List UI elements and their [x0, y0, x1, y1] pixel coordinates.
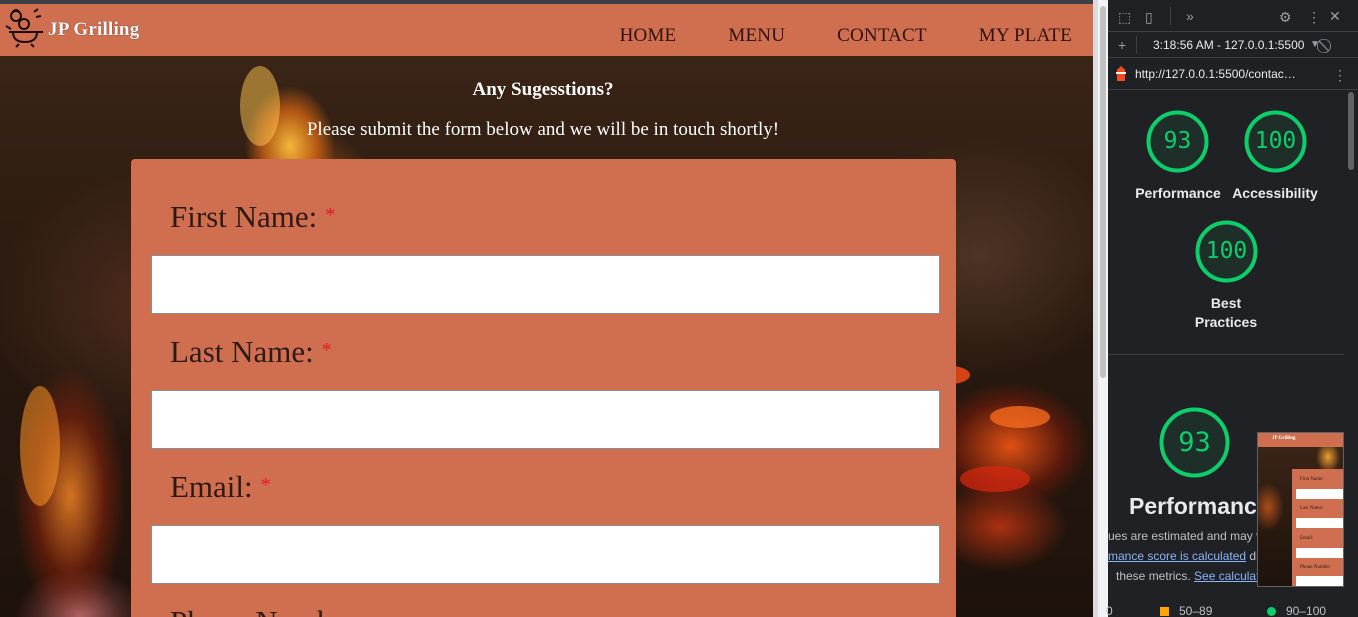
thumb-navbar: JP Grilling — [1258, 433, 1343, 447]
first-name-label: First Name: * — [170, 199, 335, 235]
close-icon[interactable]: ✕ — [1329, 8, 1341, 24]
brand-name[interactable]: JP Grilling — [48, 19, 139, 41]
nav-home[interactable]: HOME — [620, 25, 677, 47]
email-input[interactable] — [151, 525, 940, 584]
nav-links: HOME MENU CONTACT MY PLATE — [568, 25, 1072, 47]
required-mark: * — [321, 339, 332, 361]
website-viewport: JP Grilling HOME MENU CONTACT MY PLATE A… — [0, 0, 1093, 617]
performance-section-title: Performance — [1129, 493, 1270, 519]
devtools-panel: ⬚ ▯ » ⚙ ⋮ ✕ + 3:18:56 AM - 127.0.0.1:550… — [1093, 0, 1358, 617]
navbar: JP Grilling HOME MENU CONTACT MY PLATE — [0, 4, 1093, 56]
add-report-icon[interactable]: + — [1118, 37, 1126, 53]
page-screenshot-thumbnail[interactable]: JP Grilling First Name: Last Name: Email… — [1257, 432, 1344, 587]
section-divider — [1108, 354, 1344, 355]
page-heading: Any Sugesstions? — [472, 79, 614, 100]
chevron-down-icon[interactable]: ▼ — [1310, 37, 1320, 53]
thumb-input — [1296, 548, 1343, 558]
kebab-menu-icon[interactable]: ⋮ — [1307, 9, 1321, 25]
legend-label: 50–89 — [1179, 604, 1213, 617]
lighthouse-icon — [1116, 66, 1126, 81]
phone-number-label: Phone Number — [170, 604, 357, 617]
score-calculation-link[interactable]: mance score is calculated — [1108, 549, 1246, 563]
legend-pass: 90–100 — [1267, 604, 1326, 617]
see-calculator-link[interactable]: See calculat — [1194, 569, 1259, 583]
lighthouse-panel: ⬚ ▯ » ⚙ ⋮ ✕ + 3:18:56 AM - 127.0.0.1:550… — [1106, 0, 1358, 617]
inspect-element-icon[interactable]: ⬚ — [1118, 9, 1131, 25]
last-name-input[interactable] — [151, 390, 940, 449]
kebab-menu-icon[interactable]: ⋮ — [1333, 67, 1347, 83]
legend-label: 90–100 — [1286, 604, 1327, 617]
gauge-label-line: Practices — [1194, 314, 1258, 330]
devtools-scrollbar-thumb[interactable] — [1348, 92, 1354, 170]
metrics-note-text: these metrics. — [1116, 569, 1191, 583]
devtools-toolbar: ⬚ ▯ » ⚙ ⋮ ✕ — [1108, 0, 1358, 32]
best-practices-gauge[interactable]: 100 — [1194, 219, 1259, 284]
thumb-input — [1296, 518, 1343, 528]
more-tabs-icon[interactable]: » — [1186, 8, 1194, 24]
gauge-label-line: Best — [1210, 295, 1242, 311]
first-name-label-text: First Name: — [170, 199, 318, 234]
nav-my-plate[interactable]: MY PLATE — [979, 25, 1072, 47]
legend-fail-partial: 0 — [1106, 604, 1113, 617]
gauge-score: 100 — [1254, 128, 1297, 154]
device-toolbar-icon[interactable]: ▯ — [1145, 9, 1153, 25]
average-square-icon — [1160, 607, 1169, 616]
phone-number-label-text: Phone Number — [170, 604, 357, 617]
performance-gauge[interactable]: 93 — [1145, 109, 1210, 174]
lighthouse-report-bar: + 3:18:56 AM - 127.0.0.1:5500 ▼ ⃠ — [1108, 32, 1358, 58]
required-mark: * — [325, 204, 336, 226]
report-selector[interactable]: 3:18:56 AM - 127.0.0.1:5500 — [1153, 38, 1304, 52]
report-url[interactable]: http://127.0.0.1:5500/contac… — [1135, 67, 1296, 81]
top-strip — [0, 0, 1093, 4]
gauge-label-accessibility: Accessibility — [1232, 185, 1318, 201]
toolbar-divider — [1170, 7, 1171, 25]
page-scrollbar-thumb[interactable] — [1100, 6, 1106, 378]
gauge-score: 93 — [1178, 427, 1211, 458]
accessibility-gauge[interactable]: 100 — [1243, 109, 1308, 174]
page-subheading: Please submit the form below and we will… — [306, 119, 780, 140]
metrics-note: mance score is calculated di — [1108, 549, 1259, 563]
thumb-input — [1296, 576, 1343, 586]
nav-contact[interactable]: CONTACT — [837, 25, 927, 47]
toolbar-divider — [1136, 36, 1137, 54]
thumb-label: First Name: — [1300, 477, 1324, 482]
report-url-bar: http://127.0.0.1:5500/contac… ⋮ — [1108, 58, 1358, 90]
email-label-text: Email: — [170, 469, 253, 504]
last-name-label-text: Last Name: — [170, 334, 314, 369]
legend-average: 50–89 — [1160, 604, 1212, 617]
last-name-label: Last Name: * — [170, 334, 332, 370]
performance-summary-gauge: 93 — [1158, 406, 1231, 479]
first-name-input[interactable] — [151, 255, 940, 314]
thumb-input — [1296, 489, 1343, 499]
gauge-score: 93 — [1163, 128, 1192, 154]
email-label: Email: * — [170, 469, 271, 505]
gauge-label-best-practices: Best Practices — [1166, 295, 1286, 330]
page-scrollbar-track[interactable] — [1098, 0, 1108, 617]
metrics-note: ues are estimated and may va — [1108, 529, 1269, 543]
gauge-score: 100 — [1205, 238, 1248, 264]
thumb-brand: JP Grilling — [1272, 436, 1296, 441]
thumb-label: Phone Number — [1300, 565, 1331, 570]
thumb-form: First Name: Last Name: Email: Phone Numb… — [1292, 469, 1343, 586]
contact-form: First Name: * Last Name: * Email: * Phone N… — [131, 159, 956, 617]
thumb-label: Email: — [1300, 536, 1314, 541]
nav-menu[interactable]: MENU — [728, 25, 785, 47]
thumb-label: Last Name: — [1300, 506, 1324, 511]
metrics-note: these metrics. See calculat — [1116, 569, 1259, 583]
required-mark: * — [260, 474, 271, 496]
chef-grill-logo-icon[interactable] — [4, 6, 46, 48]
gear-icon[interactable]: ⚙ — [1279, 9, 1292, 25]
pass-circle-icon — [1267, 607, 1276, 616]
